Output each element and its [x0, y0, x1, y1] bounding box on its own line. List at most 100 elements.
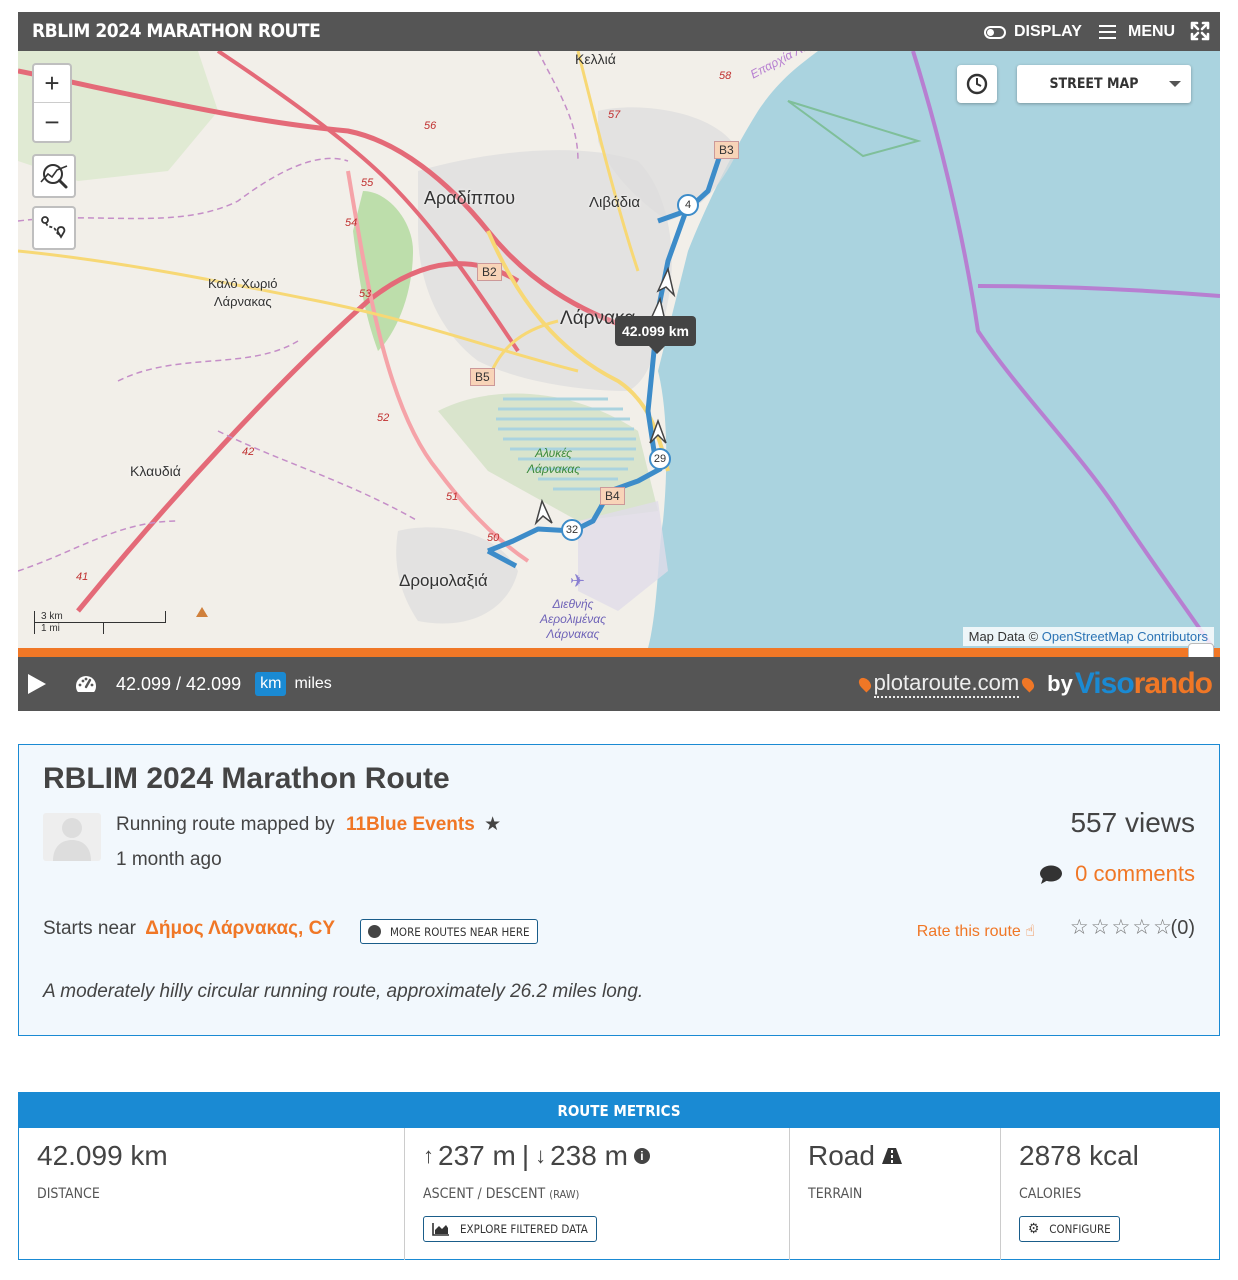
arrow-down-icon: ↓: [535, 1143, 547, 1168]
display-button[interactable]: DISPLAY: [984, 21, 1082, 43]
km-marker[interactable]: 32: [561, 519, 583, 541]
road-label: 54: [345, 217, 358, 229]
explore-label: EXPLORE FILTERED DATA: [460, 1222, 588, 1236]
menu-button[interactable]: MENU: [1099, 21, 1175, 43]
menu-label: MENU: [1128, 23, 1176, 40]
brand-logo[interactable]: plotaroute.com by Viso rando: [856, 667, 1213, 700]
calories-value: 2878 kcal: [1019, 1140, 1139, 1171]
play-icon[interactable]: [28, 674, 46, 694]
zoom-out-button[interactable]: −: [34, 103, 70, 141]
speedometer-icon[interactable]: [74, 674, 98, 694]
user-silhouette-icon: [53, 818, 91, 861]
timing-button[interactable]: [957, 65, 997, 103]
road-label: 50: [487, 532, 500, 544]
views-count: 557 views: [1070, 807, 1195, 838]
metrics-header: ROUTE METRICS: [19, 1093, 1219, 1128]
configure-label: CONFIGURE: [1049, 1222, 1111, 1236]
place-label: Λιβάδια: [589, 194, 641, 211]
thumbs-up-icon: ☝: [1025, 923, 1035, 940]
terrain-label: TERRAIN: [808, 1186, 863, 1202]
road-label: 56: [424, 120, 437, 132]
km-marker[interactable]: 29: [649, 448, 671, 470]
road-label: 58: [719, 70, 732, 82]
pin-b-icon: [1019, 675, 1037, 693]
attribution-prefix: Map Data ©: [968, 629, 1039, 644]
place-label: Καλό Χωριό Λάρνακας: [208, 276, 278, 309]
road-label: 57: [608, 109, 621, 121]
elevation-profile-icon: [40, 164, 68, 189]
info-icon[interactable]: i: [633, 1148, 650, 1164]
brand-plotaroute: plotaroute.com: [873, 670, 1020, 698]
place-label: Δρομολαξιά: [399, 571, 488, 590]
configure-button[interactable]: ⚙ CONFIGURE: [1019, 1216, 1120, 1242]
map-title: RBLIM 2024 MARATHON ROUTE: [32, 20, 321, 42]
comment-icon: [1040, 865, 1063, 884]
road-shield: B4: [600, 487, 625, 505]
zoom-in-button[interactable]: +: [34, 65, 70, 103]
avatar[interactable]: [43, 813, 101, 861]
fullscreen-icon[interactable]: [1190, 21, 1210, 41]
map-canvas[interactable]: ✈ Κελλιά Αραδίππου Λιβάδια Καλό Χωριό Λά…: [18, 51, 1220, 648]
elevation-profile-button[interactable]: [32, 154, 76, 198]
descent-value: 238 m: [550, 1140, 628, 1171]
distance-value: 42.099 km: [37, 1140, 168, 1171]
starts-near: Starts near Δήμος Λάρνακας, CY: [43, 918, 335, 940]
road-label: 42: [242, 446, 255, 458]
road-label: 55: [361, 177, 374, 189]
rating-star-1[interactable]: ☆: [1070, 915, 1089, 940]
metric-ascent-descent: ↑ 237 m | ↓ 238 m i ASCENT / DESCENT (RA…: [405, 1128, 790, 1260]
route-edit-icon: [41, 216, 66, 239]
place-label: Κλαυδιά: [130, 463, 181, 479]
mapped-by-prefix: Running route mapped by: [116, 814, 335, 835]
author-link[interactable]: 11Blue Events: [346, 814, 475, 835]
more-routes-button[interactable]: MORE ROUTES NEAR HERE: [360, 919, 538, 944]
rate-label: Rate this route: [916, 923, 1021, 940]
osm-link[interactable]: OpenStreetMap Contributors: [1042, 629, 1208, 644]
comments-link[interactable]: 0 comments: [1039, 861, 1195, 887]
km-marker[interactable]: 4: [677, 194, 699, 216]
road-label: 53: [359, 288, 372, 300]
starts-near-prefix: Starts near: [43, 918, 136, 939]
route-edit-button[interactable]: [32, 206, 76, 250]
place-label: Αλυκές Λάρνακας: [527, 446, 581, 476]
menu-icon: [1099, 25, 1116, 39]
rating-stars: ☆ ☆ ☆ ☆ ☆: [1070, 915, 1172, 940]
rating-star-2[interactable]: ☆: [1091, 915, 1110, 940]
area-chart-icon: [432, 1223, 449, 1236]
rating-count: (0): [1170, 917, 1195, 939]
rating-star-4[interactable]: ☆: [1132, 915, 1151, 940]
road-label: 52: [377, 412, 390, 424]
ascent-descent-value: ↑ 237 m | ↓ 238 m i: [423, 1140, 771, 1172]
ascent-value: 237 m: [438, 1140, 516, 1171]
route-progress-bar[interactable]: [18, 643, 1220, 663]
road-shield: B3: [714, 141, 739, 159]
clock-icon: [966, 73, 988, 95]
gear-icon: ⚙: [1028, 1221, 1040, 1237]
unit-km-toggle[interactable]: km: [255, 672, 287, 696]
route-info-panel: RBLIM 2024 Marathon Route Running route …: [18, 744, 1220, 1036]
separator: |: [521, 1140, 530, 1171]
ascent-label-text: ASCENT / DESCENT: [423, 1186, 546, 1202]
map-widget: RBLIM 2024 MARATHON ROUTE DISPLAY MENU ✈…: [18, 12, 1220, 711]
metric-calories: 2878 kcal CALORIES ⚙ CONFIGURE: [1001, 1128, 1219, 1260]
unit-miles-toggle[interactable]: miles: [294, 675, 331, 693]
map-type-select[interactable]: STREET MAP: [1017, 65, 1191, 103]
arrow-up-icon: ↑: [423, 1143, 434, 1168]
place-label: Διεθνής Αερολιμένας Λάρνακας: [540, 597, 606, 641]
rating-star-3[interactable]: ☆: [1112, 915, 1131, 940]
road-shield: B2: [477, 263, 502, 281]
map-footer: 42.099 / 42.099 km miles plotaroute.com …: [18, 657, 1220, 711]
distance-tooltip: 42.099 km: [615, 316, 696, 354]
globe-icon: [368, 925, 381, 938]
svg-text:✈: ✈: [570, 571, 585, 592]
explore-filtered-data-button[interactable]: EXPLORE FILTERED DATA: [423, 1216, 597, 1242]
rate-route-link[interactable]: Rate this route ☝: [917, 921, 1035, 941]
rating-star-5[interactable]: ☆: [1153, 915, 1172, 940]
terrain-value: Road: [808, 1140, 982, 1172]
starts-near-place-link[interactable]: Δήμος Λάρνακας, CY: [145, 918, 335, 939]
route-description: A moderately hilly circular running rout…: [43, 981, 644, 1002]
road-label: 51: [446, 491, 459, 503]
place-label: Αραδίππου: [424, 188, 516, 208]
posted-ago: 1 month ago: [116, 849, 222, 870]
toggle-icon: [984, 25, 1006, 39]
